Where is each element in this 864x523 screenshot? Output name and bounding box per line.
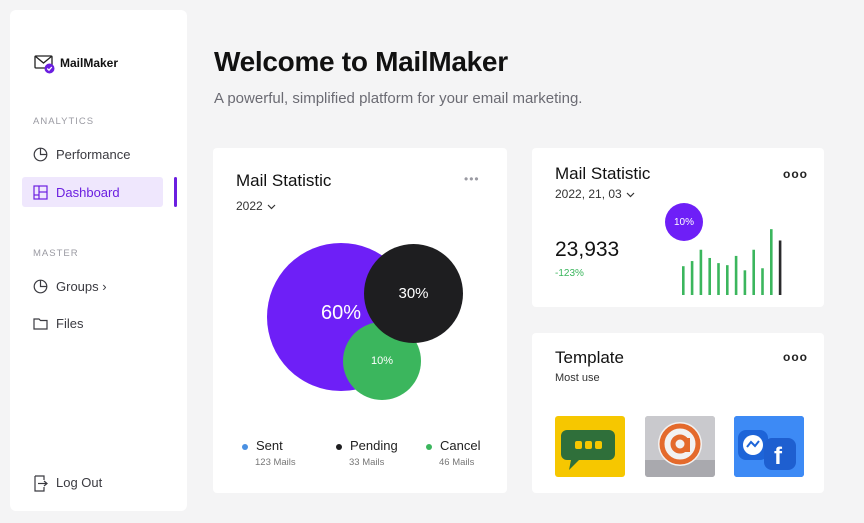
change-value: -123% xyxy=(555,268,584,279)
mail-logo-icon xyxy=(34,54,55,74)
sidebar-item-files[interactable]: Files xyxy=(22,308,163,338)
sidebar-item-label: Performance xyxy=(56,146,131,162)
bar xyxy=(734,255,738,295)
bar xyxy=(690,261,694,295)
legend-count: 123 Mails xyxy=(255,457,296,468)
year-value: 2022 xyxy=(236,199,263,213)
total-value: 23,933 xyxy=(555,238,620,261)
more-menu-button[interactable]: ••• xyxy=(464,172,480,186)
more-menu-button[interactable]: ooo xyxy=(783,167,808,181)
legend-dot xyxy=(242,443,248,450)
legend-count: 46 Mails xyxy=(439,457,475,468)
year-select[interactable]: 2022 xyxy=(236,199,276,213)
folder-icon xyxy=(33,316,48,331)
template-card: Template Most use ooo f xyxy=(532,333,824,493)
mail-statistic-summary-card: Mail Statistic ooo 2022, 21, 03 23,933 -… xyxy=(532,148,824,307)
logout-label: Log Out xyxy=(56,474,103,490)
dashboard-icon xyxy=(33,184,48,200)
bar xyxy=(778,240,782,295)
master-section-label: MASTER xyxy=(33,248,79,259)
card-title: Template xyxy=(555,348,624,367)
card-subtitle: Most use xyxy=(555,372,600,384)
brand-name: MailMaker xyxy=(60,56,119,70)
chat-bubble-icon xyxy=(561,430,615,470)
active-indicator xyxy=(174,177,177,207)
bubble-pending: 30% xyxy=(364,244,463,343)
legend-sent: Sent xyxy=(242,438,283,453)
template-email-thumbnail[interactable] xyxy=(645,416,715,477)
date-select[interactable]: 2022, 21, 03 xyxy=(555,187,635,201)
mail-statistic-card: Mail Statistic ••• 2022 60% 10% 30% Sent… xyxy=(213,148,507,493)
pie-chart-icon xyxy=(33,279,48,294)
page-subtitle: A powerful, simplified platform for your… xyxy=(214,90,583,107)
analytics-section-label: ANALYTICS xyxy=(33,116,95,127)
sidebar-item-label: Dashboard xyxy=(56,184,120,200)
bar xyxy=(699,249,703,295)
bubble-label: 10% xyxy=(370,355,394,367)
pie-chart-icon xyxy=(33,147,48,162)
chevron-down-icon xyxy=(626,187,635,201)
sidebar-item-groups[interactable]: Groups › xyxy=(22,271,163,301)
sidebar-item-dashboard[interactable]: Dashboard xyxy=(22,177,163,207)
messenger-facebook-icon: f xyxy=(734,416,804,477)
bar xyxy=(717,263,720,295)
logout-icon xyxy=(33,474,48,492)
sidebar: MailMaker ANALYTICS Performance Dashboar… xyxy=(10,10,187,511)
chevron-down-icon xyxy=(267,199,276,213)
sidebar-item-label: Files xyxy=(56,315,84,331)
bubble-label: 30% xyxy=(398,285,429,302)
card-title: Mail Statistic xyxy=(236,171,332,190)
bar xyxy=(682,266,685,295)
legend-pending: Pending xyxy=(336,438,398,453)
bar xyxy=(726,265,729,295)
logout-button[interactable]: Log Out xyxy=(22,467,163,497)
date-value: 2022, 21, 03 xyxy=(555,187,622,201)
template-chat-thumbnail[interactable] xyxy=(555,416,625,477)
page-title: Welcome to MailMaker xyxy=(214,46,508,77)
brand[interactable]: MailMaker xyxy=(34,54,119,74)
bar xyxy=(708,257,711,295)
bar xyxy=(752,249,755,295)
bar xyxy=(770,229,773,295)
at-sign-icon xyxy=(645,416,715,477)
template-social-thumbnail[interactable]: f xyxy=(734,416,804,477)
legend-count: 33 Mails xyxy=(349,457,385,468)
legend-label: Pending xyxy=(350,438,398,453)
bar xyxy=(743,270,747,295)
legend-label: Sent xyxy=(256,438,283,453)
legend-cancel: Cancel xyxy=(426,438,480,453)
legend-dot xyxy=(336,443,342,450)
svg-text:f: f xyxy=(774,443,783,470)
bar xyxy=(761,268,764,295)
sidebar-item-performance[interactable]: Performance xyxy=(22,139,163,169)
more-menu-button[interactable]: ooo xyxy=(783,350,808,364)
bubble-label: 60% xyxy=(320,301,362,324)
card-title: Mail Statistic xyxy=(555,164,651,183)
mini-bar-chart xyxy=(682,229,782,295)
sidebar-item-label: Groups › xyxy=(56,278,107,294)
legend-dot xyxy=(426,443,432,450)
legend-label: Cancel xyxy=(440,438,481,453)
